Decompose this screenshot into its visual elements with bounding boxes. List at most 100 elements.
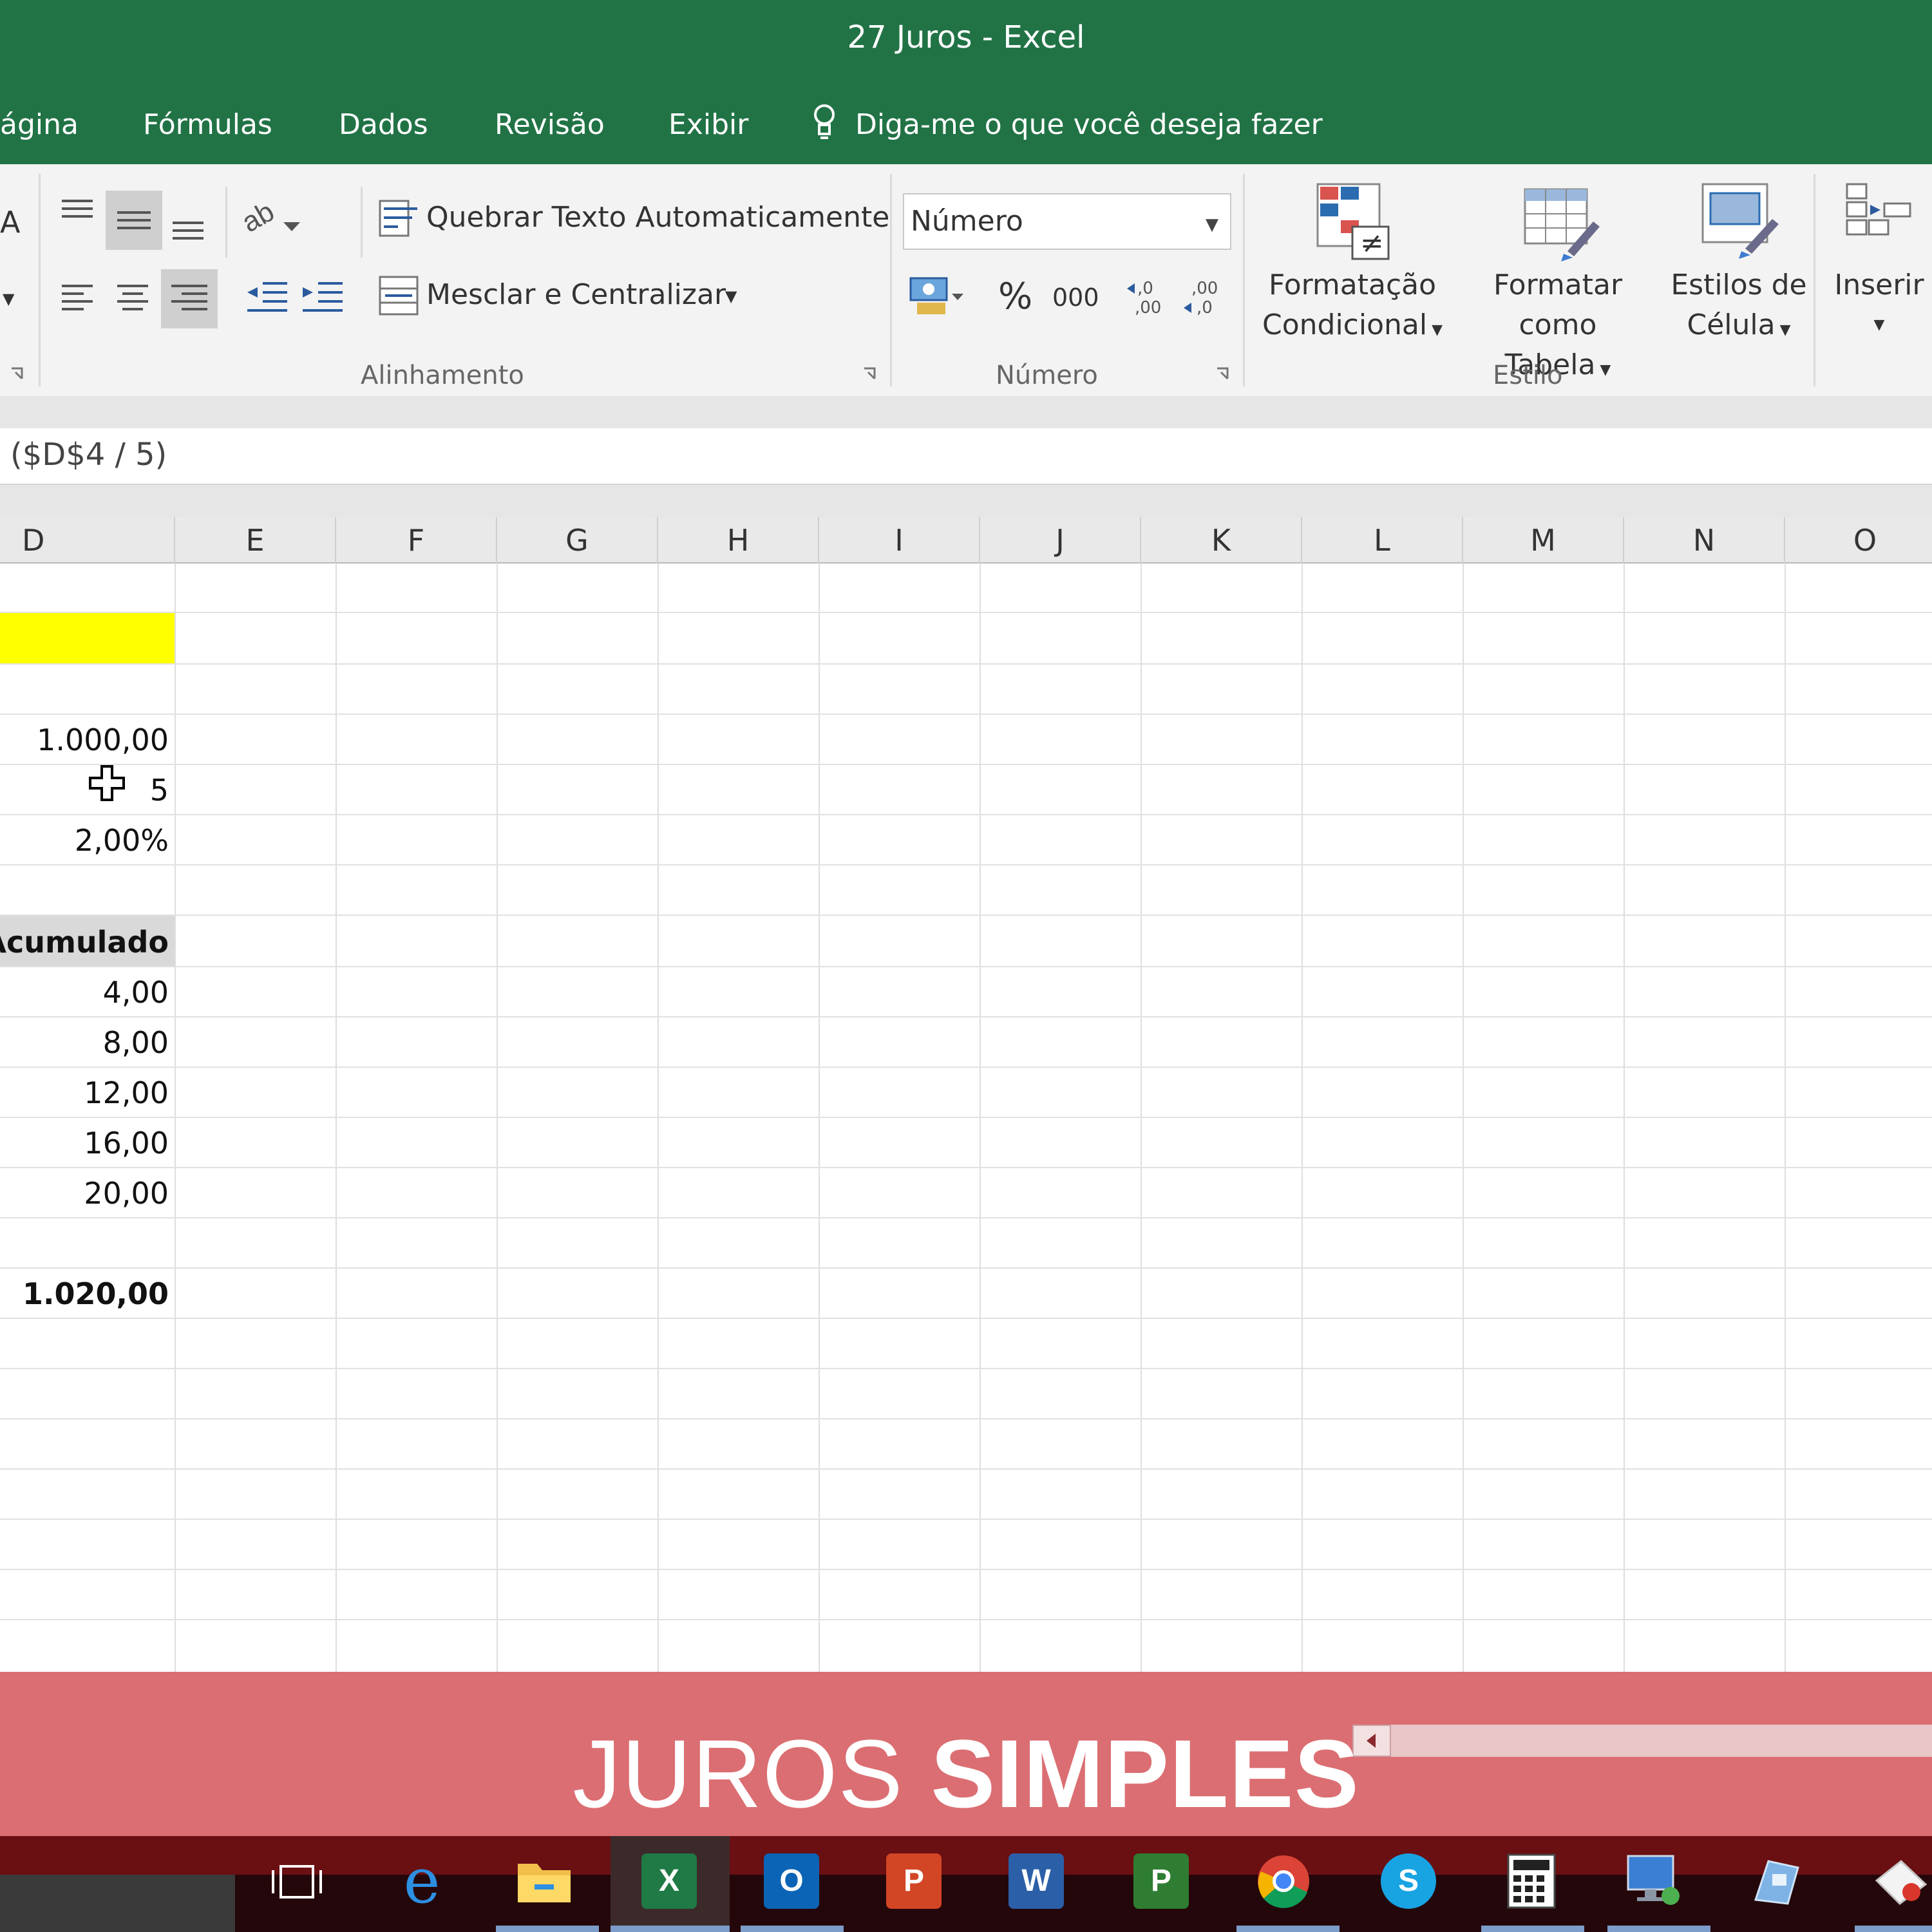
chevron-down-icon[interactable]: ▼ bbox=[1206, 215, 1218, 234]
conditional-formatting-button[interactable]: Formatação Condicional ▼ bbox=[1249, 265, 1455, 350]
column-header-i[interactable]: I bbox=[819, 517, 980, 564]
grid-line bbox=[1624, 564, 1625, 1674]
cell-d13[interactable]: 20,00 bbox=[84, 1176, 169, 1211]
svg-text:,00: ,00 bbox=[1135, 298, 1161, 317]
running-indicator bbox=[741, 1926, 844, 1932]
column-header-h[interactable]: H bbox=[658, 517, 819, 564]
chevron-down-icon: ▼ bbox=[1595, 362, 1611, 378]
column-header-k[interactable]: K bbox=[1141, 517, 1302, 564]
accounting-format-icon[interactable] bbox=[908, 274, 966, 319]
merge-dropdown-icon[interactable]: ▼ bbox=[725, 287, 737, 305]
excel-icon[interactable]: X bbox=[641, 1853, 697, 1909]
column-header-m[interactable]: M bbox=[1463, 517, 1624, 564]
align-left-icon[interactable] bbox=[58, 278, 97, 317]
increase-decimal-icon[interactable]: ,0,00 bbox=[1126, 274, 1166, 318]
column-header-f[interactable]: F bbox=[336, 517, 497, 564]
insert-button[interactable]: Inserir ▼ bbox=[1828, 265, 1931, 345]
font-size-fragment-icon[interactable]: A bbox=[0, 205, 20, 240]
svg-text:,0: ,0 bbox=[1197, 298, 1213, 317]
tab-view[interactable]: Exibir bbox=[668, 108, 748, 141]
project-icon[interactable]: P bbox=[1133, 1853, 1189, 1909]
paint-icon[interactable] bbox=[1749, 1855, 1804, 1908]
outlook-icon[interactable]: O bbox=[764, 1853, 819, 1909]
font-color-dropdown-icon[interactable]: ▼ bbox=[3, 290, 14, 308]
grid-line bbox=[0, 966, 1932, 967]
formula-bar[interactable] bbox=[0, 428, 1932, 485]
word-icon[interactable]: W bbox=[1009, 1853, 1064, 1909]
format-as-table-icon bbox=[1524, 188, 1600, 261]
grid-line bbox=[0, 914, 1932, 916]
worksheet-grid[interactable] bbox=[0, 564, 1932, 1674]
powerpoint-icon[interactable]: P bbox=[886, 1853, 942, 1909]
chrome-icon[interactable] bbox=[1256, 1853, 1311, 1909]
column-header-e[interactable]: E bbox=[175, 517, 336, 564]
merge-center-button[interactable]: Mesclar e Centralizar bbox=[426, 278, 726, 311]
number-launcher-icon[interactable] bbox=[1215, 366, 1231, 383]
comma-style-button[interactable]: 000 bbox=[1052, 283, 1099, 312]
running-indicator bbox=[1855, 1926, 1932, 1932]
column-header-l[interactable]: L bbox=[1302, 517, 1463, 564]
orientation-icon[interactable]: ab bbox=[245, 196, 303, 242]
cell-styles-label-2: Célula bbox=[1687, 308, 1776, 341]
snipping-tool-icon[interactable] bbox=[1871, 1855, 1929, 1908]
percent-style-button[interactable]: % bbox=[998, 276, 1032, 317]
column-header-n[interactable]: N bbox=[1624, 517, 1785, 564]
alignment-launcher-icon[interactable] bbox=[862, 366, 878, 383]
grid-line bbox=[0, 1418, 1932, 1419]
styles-group-label: Estilo bbox=[1493, 361, 1563, 390]
tab-formulas[interactable]: Fórmulas bbox=[143, 108, 272, 141]
chevron-down-icon: ▼ bbox=[1427, 322, 1443, 338]
grid-line bbox=[1463, 564, 1464, 1674]
increase-indent-icon[interactable] bbox=[300, 276, 345, 318]
cell-d9[interactable]: 4,00 bbox=[103, 975, 169, 1010]
skype-icon[interactable]: S bbox=[1381, 1853, 1436, 1909]
cell-styles-button[interactable]: Estilos de Célula ▼ bbox=[1655, 265, 1823, 350]
column-header-d[interactable]: D bbox=[0, 517, 175, 564]
file-explorer-icon[interactable] bbox=[515, 1857, 573, 1905]
edge-icon[interactable]: e bbox=[394, 1850, 450, 1912]
cell-d8-header[interactable]: Acumulado bbox=[0, 925, 169, 960]
cell-d11[interactable]: 12,00 bbox=[84, 1075, 169, 1110]
cell-d10[interactable]: 8,00 bbox=[103, 1025, 169, 1060]
column-header-j[interactable]: J bbox=[980, 517, 1141, 564]
running-indicator bbox=[611, 1926, 730, 1932]
grid-line bbox=[0, 1619, 1932, 1620]
running-indicator bbox=[1236, 1926, 1340, 1932]
calculator-icon[interactable] bbox=[1507, 1853, 1556, 1909]
cell-d15-total[interactable]: 1.020,00 bbox=[23, 1276, 169, 1311]
chevron-down-icon: ▼ bbox=[1873, 317, 1885, 333]
number-group-label: Número bbox=[996, 361, 1098, 390]
column-header-g[interactable]: G bbox=[497, 517, 658, 564]
align-top-icon[interactable] bbox=[58, 193, 97, 232]
align-middle-button[interactable] bbox=[106, 191, 162, 250]
formula-text[interactable]: ($D$4 / 5) bbox=[10, 437, 167, 473]
taskbar-search-area[interactable] bbox=[0, 1875, 235, 1932]
column-header-o[interactable]: O bbox=[1785, 517, 1932, 564]
remote-desktop-icon[interactable] bbox=[1625, 1853, 1683, 1909]
tab-review[interactable]: Revisão bbox=[495, 108, 605, 141]
align-right-button[interactable] bbox=[161, 269, 218, 328]
merge-center-icon bbox=[379, 276, 419, 316]
cell-d4[interactable]: 1.000,00 bbox=[37, 723, 169, 757]
grid-line bbox=[0, 1468, 1932, 1470]
cell-d6[interactable]: 2,00% bbox=[75, 823, 169, 858]
cell-d5[interactable]: 5 bbox=[150, 773, 169, 808]
decrease-indent-icon[interactable] bbox=[245, 276, 290, 318]
highlighted-cell-d2[interactable] bbox=[0, 612, 175, 663]
tab-data[interactable]: Dados bbox=[339, 108, 428, 141]
decrease-decimal-icon[interactable]: ,00,0 bbox=[1182, 274, 1222, 318]
align-center-icon[interactable] bbox=[113, 278, 152, 317]
cell-d12[interactable]: 16,00 bbox=[84, 1126, 169, 1160]
ribbon-separator bbox=[225, 187, 227, 258]
task-view-icon[interactable] bbox=[269, 1861, 325, 1904]
align-bottom-icon[interactable] bbox=[169, 193, 207, 245]
grid-line bbox=[0, 612, 1932, 613]
conditional-formatting-icon: ≠ bbox=[1316, 183, 1390, 260]
grid-line bbox=[1302, 564, 1303, 1674]
wrap-text-button[interactable]: Quebrar Texto Automaticamente bbox=[426, 201, 889, 234]
grid-line bbox=[0, 814, 1932, 815]
conditional-formatting-label-1: Formatação bbox=[1268, 269, 1437, 301]
font-launcher-icon[interactable] bbox=[9, 366, 26, 383]
tab-page-layout[interactable]: ágina bbox=[0, 108, 79, 141]
tell-me-search[interactable]: Diga-me o que você deseja fazer bbox=[855, 108, 1323, 141]
